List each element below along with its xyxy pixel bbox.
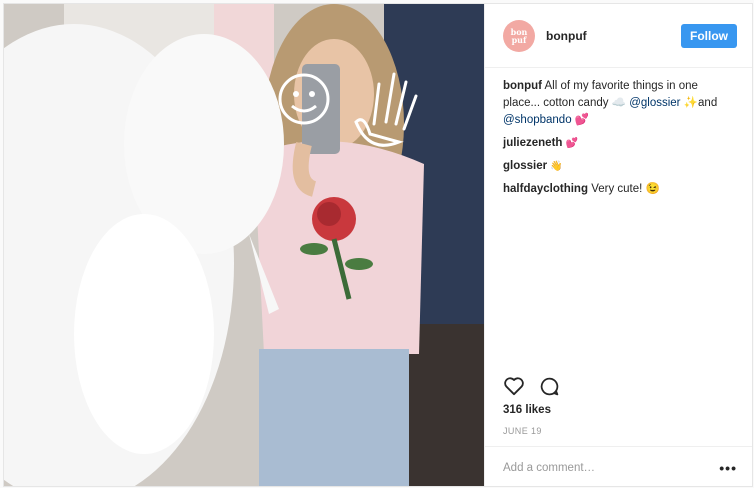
list-item: juliezeneth 💕 (503, 135, 737, 152)
follow-button[interactable]: Follow (681, 23, 737, 48)
caption-text-mid: ✨and (683, 97, 718, 109)
comment-icon[interactable] (539, 376, 560, 397)
comment-text: Very cute! 😉 (591, 183, 660, 195)
comment-input[interactable] (503, 461, 720, 474)
comment-username[interactable]: glossier (503, 160, 547, 172)
avatar-text: bon puf (510, 26, 528, 45)
comment-text: 👋 (550, 161, 563, 172)
like-count[interactable]: 316 likes (503, 404, 551, 416)
post-sidebar: bon puf bonpuf Follow bonpuf All of my f… (484, 4, 752, 486)
list-item: halfdayclothing Very cute! 😉 (503, 181, 737, 198)
post-header: bon puf bonpuf Follow (485, 4, 752, 68)
heart-icon[interactable] (503, 376, 525, 397)
comment-username[interactable]: halfdayclothing (503, 183, 588, 195)
post-photo[interactable] (4, 4, 484, 486)
post-actions (503, 376, 560, 397)
more-options-icon[interactable]: ••• (719, 460, 737, 476)
comment-text: 💕 (565, 138, 579, 149)
post-date: JUNE 19 (503, 426, 542, 436)
avatar[interactable]: bon puf (503, 19, 535, 52)
photo-illustration (4, 4, 484, 486)
caption-emoji: 💕 (574, 114, 590, 126)
add-comment-bar: ••• (485, 446, 752, 486)
post-username[interactable]: bonpuf (546, 29, 681, 43)
caption: bonpuf All of my favorite things in one … (503, 78, 737, 129)
comment-username[interactable]: juliezeneth (503, 137, 562, 149)
mention-glossier[interactable]: @glossier (629, 97, 680, 109)
mention-shopbando[interactable]: @shopbando (503, 114, 572, 126)
comments-list: bonpuf All of my favorite things in one … (485, 68, 752, 204)
caption-username[interactable]: bonpuf (503, 80, 542, 92)
list-item: glossier 👋 (503, 158, 737, 175)
instagram-post-modal: bon puf bonpuf Follow bonpuf All of my f… (3, 3, 753, 487)
